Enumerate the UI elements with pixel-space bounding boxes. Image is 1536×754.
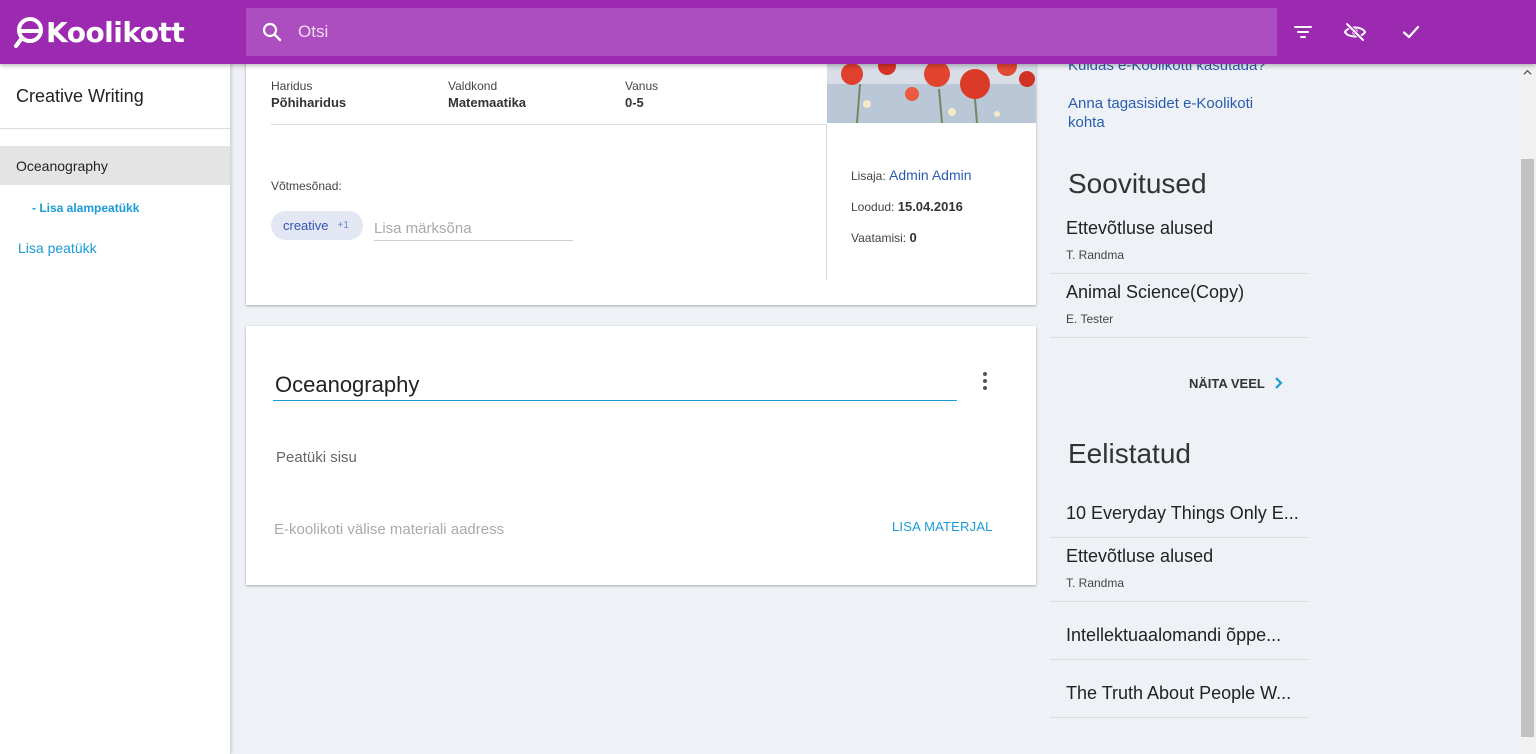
views-label: Vaatamisi: (851, 231, 907, 245)
add-keyword-input[interactable] (374, 217, 573, 241)
age-value: 0-5 (625, 95, 644, 110)
recommendations-heading: Soovitused (1068, 168, 1207, 199)
filter-button[interactable] (1287, 16, 1319, 48)
featured-title: Intellektuaalomandi õppe... (1066, 625, 1282, 645)
sidebar-item-oceanography[interactable]: Oceanography (0, 146, 230, 185)
created-value: 15.04.2016 (897, 199, 963, 214)
featured-item[interactable]: 10 Everyday Things Only E... (1050, 503, 1309, 538)
age-label: Vanus (625, 79, 659, 93)
added-by-label: Lisaja: (851, 169, 886, 183)
education-label: Haridus (271, 79, 313, 93)
recommendation-item[interactable]: Ettevõtluse alused T. Randma (1050, 218, 1309, 274)
top-app-bar: Koolikott (0, 0, 1536, 64)
keyword-chip[interactable]: creative +1 (271, 211, 363, 240)
sidebar-material-title[interactable]: Creative Writing (16, 86, 144, 107)
recommendation-title: Ettevõtluse alused (1066, 218, 1214, 238)
visibility-off-icon (1343, 22, 1367, 42)
keyword-chip-label: creative (283, 218, 329, 233)
domain-label: Valdkond (448, 79, 498, 93)
scrollbar-thumb[interactable] (1521, 159, 1534, 737)
show-more-label: NÄITA VEEL (1189, 375, 1265, 391)
added-by-row: Lisaja: Admin Admin (851, 167, 972, 183)
age-meta: Vanus 0-5 (625, 79, 658, 110)
material-info-card: Haridus Põhiharidus Valdkond Matemaatika… (246, 44, 1036, 305)
meta-divider (271, 124, 827, 125)
external-material-url-input[interactable] (274, 518, 834, 540)
logo-text: Koolikott (46, 15, 185, 49)
koolikott-logo[interactable]: Koolikott (14, 12, 185, 52)
add-material-button[interactable]: LISA MATERJAL (892, 519, 993, 534)
featured-item[interactable]: The Truth About People W... (1050, 683, 1309, 718)
feedback-link[interactable]: Anna tagasisidet e-Koolikoti kohta (1068, 94, 1283, 132)
search-bar[interactable] (246, 8, 1277, 56)
sidebar-divider (0, 128, 230, 129)
keywords-label: Võtmesõnad: (271, 179, 342, 193)
featured-heading: Eelistatud (1068, 438, 1191, 469)
featured-title: The Truth About People W... (1066, 683, 1292, 703)
recommendation-author: T. Randma (1066, 248, 1125, 262)
filter-icon (1294, 26, 1312, 38)
recommendation-author: E. Tester (1066, 312, 1114, 326)
education-meta: Haridus Põhiharidus (271, 79, 346, 110)
created-row: Loodud: 15.04.2016 (851, 199, 963, 214)
domain-value: Matemaatika (448, 95, 527, 110)
education-value: Põhiharidus (271, 95, 347, 110)
keyword-chip-count: +1 (337, 220, 349, 231)
search-input[interactable] (298, 22, 1198, 42)
recommendation-item[interactable]: Animal Science(Copy) E. Tester (1050, 282, 1309, 338)
featured-author: T. Randma (1066, 576, 1125, 590)
add-chapter-link[interactable]: Lisa peatükk (18, 240, 97, 256)
chevron-right-icon (1275, 377, 1283, 389)
created-label: Loodud: (851, 200, 895, 214)
featured-item[interactable]: Ettevõtluse alused T. Randma (1050, 546, 1309, 602)
featured-title: 10 Everyday Things Only E... (1066, 503, 1299, 523)
confirm-button[interactable] (1395, 16, 1427, 48)
views-row: Vaatamisi: 0 (851, 230, 917, 245)
more-vert-icon[interactable] (974, 370, 996, 392)
show-more-button[interactable]: NÄITA VEEL (1189, 375, 1287, 391)
featured-item[interactable]: Intellektuaalomandi õppe... (1050, 625, 1309, 660)
chapter-title-field[interactable]: Oceanography (275, 372, 419, 398)
chapter-card: Oceanography Peatüki sisu LISA MATERJAL (246, 326, 1036, 585)
info-vertical-divider (826, 124, 827, 280)
featured-title: Ettevõtluse alused (1066, 546, 1214, 566)
scroll-up-arrow-icon[interactable] (1519, 64, 1536, 81)
hide-button[interactable] (1339, 16, 1371, 48)
views-value: 0 (909, 230, 917, 245)
check-icon (1402, 25, 1420, 39)
search-icon[interactable] (260, 20, 284, 44)
logo-e-icon (14, 17, 43, 48)
recommendation-title: Animal Science(Copy) (1066, 282, 1245, 302)
chapter-sidebar: Creative Writing Oceanography - Lisa ala… (0, 64, 231, 754)
chapter-title-underline (273, 400, 957, 401)
chapter-content-field[interactable]: Peatüki sisu (276, 449, 357, 466)
added-by-link[interactable]: Admin Admin (889, 167, 971, 183)
domain-meta: Valdkond Matemaatika (448, 79, 526, 110)
add-subchapter-link[interactable]: - Lisa alampeatükk (32, 201, 139, 215)
